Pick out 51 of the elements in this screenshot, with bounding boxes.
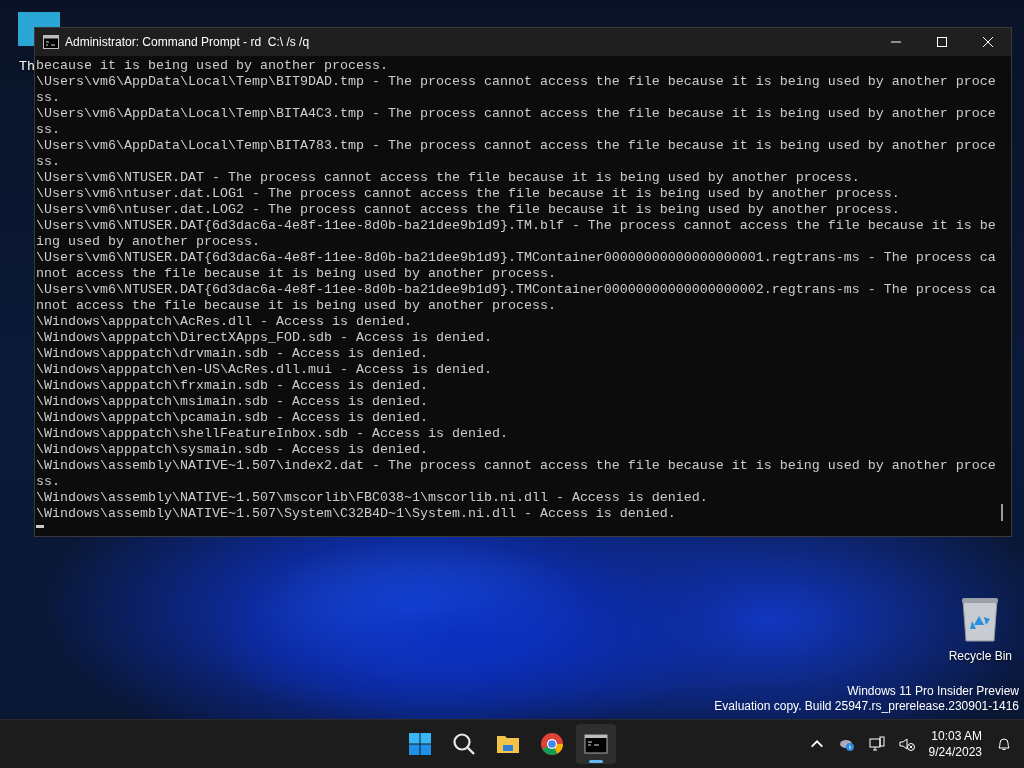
console-line: ss. [36,154,61,170]
console-line: \Windows\apppatch\DirectXApps_FOD.sdb - Access is denied. [36,330,493,346]
console-line: \Users\vm6\NTUSER.DAT{6d3dac6a-4e8f-11ee-8d0b-ba21dee9b1d9}.TMContainer00000000000000000002.regtrans-ms - The process ca [36,282,997,298]
console-line: \Windows\assembly\NATIVE~1.507\index2.dat - The process cannot access the file because it is being used by another proce [36,458,997,474]
windows-logo-icon [408,732,432,756]
search-icon [452,732,476,756]
console-line: \Users\vm6\AppData\Local\Temp\BIT9DAD.tmp - The process cannot access the file because it is being used by another proce [36,74,997,90]
close-icon [983,37,993,47]
console-line: \Windows\apppatch\AcRes.dll - Access is denied. [36,314,413,330]
console-line: \Windows\apppatch\en-US\AcRes.dll.mui - Access is denied. [36,362,493,378]
console-line: \Windows\apppatch\msimain.sdb - Access is denied. [36,394,429,410]
console-line: \Users\vm6\NTUSER.DAT - The process cannot access the file because it is being used by another process. [36,170,861,186]
console-line: ss. [36,474,61,490]
console-line: \Users\vm6\ntuser.dat.LOG2 - The process cannot access the file because it is being used by another process. [36,202,901,218]
console-line: \Windows\apppatch\sysmain.sdb - Access is denied. [36,442,429,458]
recycle-bin-icon[interactable] [960,597,1001,643]
maximize-icon [937,37,947,47]
watermark-build: Evaluation copy. Build 25947.rs_prerelease.230901-1416 [714,699,1019,714]
console-line: \Users\vm6\NTUSER.DAT{6d3dac6a-4e8f-11ee-8d0b-ba21dee9b1d9}.TM.blf - The process cannot access the file because it is be [36,218,997,234]
scrollbar-thumb[interactable] [1001,504,1003,521]
terminal-icon [584,732,608,756]
console-line: nnot access the file because it is being used by another process. [36,298,557,314]
console-line: \Windows\apppatch\shellFeatureInbox.sdb - Access is denied. [36,426,509,442]
console-line: \Windows\apppatch\frxmain.sdb - Access is denied. [36,378,429,394]
terminal-icon [43,35,59,49]
clock-time: 10:03 AM [931,728,982,744]
console-line: \Users\vm6\AppData\Local\Temp\BITA783.tmp - The process cannot access the file because it is being used by another proce [36,138,997,154]
console-line: nnot access the file because it is being used by another process. [36,266,557,282]
console-line: \Users\vm6\NTUSER.DAT{6d3dac6a-4e8f-11ee-8d0b-ba21dee9b1d9}.TMContainer00000000000000000001.regtrans-ms - The process ca [36,250,997,266]
browser-icon [540,732,564,756]
terminal-taskbar-button[interactable] [576,724,616,764]
text-cursor [36,525,44,528]
clock-date: 9/24/2023 [928,744,982,760]
window-title: Administrator: Command Prompt - rd C:\ /s /q [65,35,311,49]
console-line: ss. [36,122,61,138]
console-line: \Windows\assembly\NATIVE~1.507\System\C32B4D~1\System.ni.dll - Access is denied. [36,506,677,522]
console-line: \Users\vm6\ntuser.dat.LOG1 - The process cannot access the file because it is being used by another process. [36,186,901,202]
console-line: \Windows\apppatch\drvmain.sdb - Access is denied. [36,346,429,362]
desktop-icon-label[interactable]: Recycle Bin [948,649,1012,663]
console-line: because it is being used by another process. [36,58,389,74]
console-line: \Windows\assembly\NATIVE~1.507\mscorlib\FBC038~1\mscorlib.ni.dll - Access is denied. [36,490,709,506]
volume-muted-icon[interactable] [898,736,915,752]
clock[interactable]: 10:03 AM 9/24/2023 [928,728,982,760]
bell-icon[interactable] [996,736,1012,752]
console-line: \Users\vm6\AppData\Local\Temp\BITA4C3.tmp - The process cannot access the file because it is being used by another proce [36,106,997,122]
console-line: ss. [36,90,61,106]
console-line: ing used by another process. [36,234,261,250]
desktop-icon-label[interactable]: Th [19,59,35,74]
watermark-edition: Windows 11 Pro Insider Preview [847,684,1019,699]
console-line: \Windows\apppatch\pcamain.sdb - Access is denied. [36,410,429,426]
network-icon[interactable] [868,736,885,752]
